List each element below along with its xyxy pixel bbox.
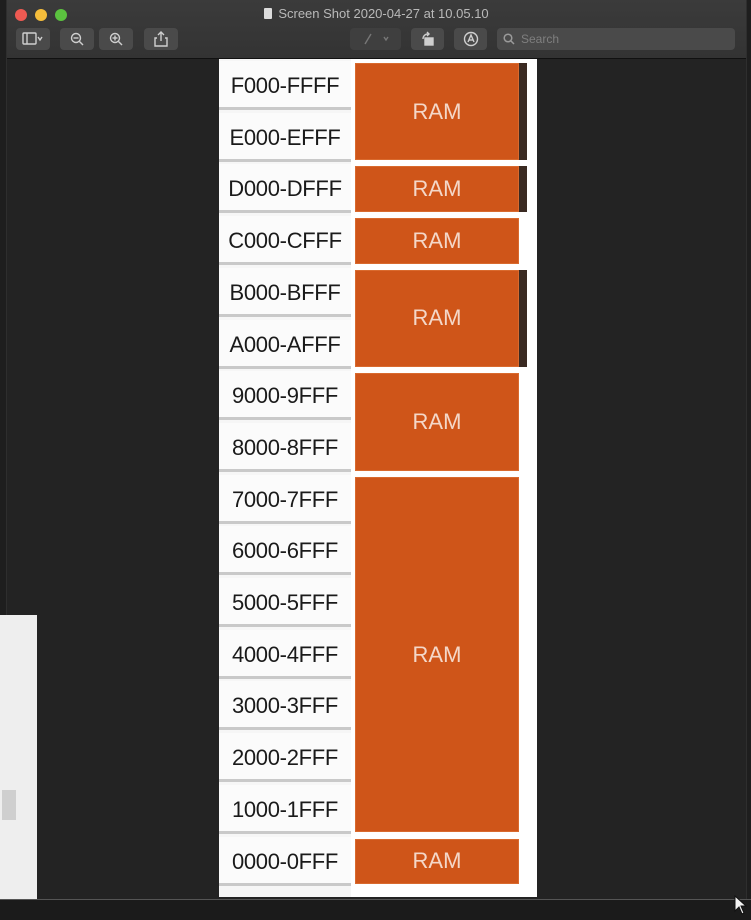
address-range-label: 3000-3FFF [219,681,351,731]
ram-block: RAM [355,838,519,885]
address-range-label: 9000-9FFF [219,371,351,421]
sidebar-icon [22,32,43,45]
ram-block: RAM [355,476,519,833]
scrollbar-track[interactable] [0,899,751,920]
ram-block: RAM [355,63,519,161]
ram-column: RAM RAM RAM RAM RAM RAM RAM [351,59,537,897]
preview-window: Screen Shot 2020-04-27 at 10.05.10 Searc… [6,0,747,919]
address-range-label: 7000-7FFF [219,474,351,524]
address-range-label: E000-EFFF [219,112,351,162]
search-icon [503,33,515,45]
pen-icon [363,33,389,45]
zoom-out-icon [70,32,84,46]
title-bar: Screen Shot 2020-04-27 at 10.05.10 Searc… [7,0,746,59]
search-field[interactable]: Search [497,28,735,50]
rotate-button[interactable] [411,28,444,50]
share-icon [154,31,168,47]
markup-button[interactable] [350,28,401,50]
address-range-label: C000-CFFF [219,216,351,266]
zoom-in-button[interactable] [99,28,133,50]
address-range-label: B000-BFFF [219,267,351,317]
annotate-icon [463,31,478,47]
address-column: F000-FFFF E000-EFFF D000-DFFF C000-CFFF B000… [219,59,351,897]
document-icon [264,8,273,19]
zoom-out-button[interactable] [60,28,94,50]
share-button[interactable] [144,28,178,50]
ram-block: RAM [355,218,519,264]
ram-block: RAM [355,373,519,471]
ram-block: RAM [355,166,519,213]
memory-map: F000-FFFF E000-EFFF D000-DFFF C000-CFFF B000… [219,59,537,897]
document-viewport[interactable]: F000-FFFF E000-EFFF D000-DFFF C000-CFFF B000… [7,59,746,899]
address-range-label: D000-DFFF [219,164,351,214]
ram-block-edge [519,218,527,264]
sidebar-toggle-button[interactable] [16,28,50,50]
address-range-label: 5000-5FFF [219,578,351,627]
zoom-in-icon [109,32,123,46]
ram-block-edge [519,166,527,213]
window-title: Screen Shot 2020-04-27 at 10.05.10 [7,6,746,21]
address-range-label: 1000-1FFF [219,784,351,834]
address-range-label: 2000-2FFF [219,733,351,783]
address-range-label: F000-FFFF [219,61,351,110]
background-window-edge [0,615,37,905]
address-range-label: 8000-8FFF [219,422,351,472]
address-range-label: 4000-4FFF [219,629,351,679]
window-title-text: Screen Shot 2020-04-27 at 10.05.10 [278,6,489,21]
ram-block: RAM [355,269,519,368]
ram-block-edge [519,269,527,368]
annotate-button[interactable] [454,28,487,50]
address-range-label: 6000-6FFF [219,526,351,576]
background-window-control [2,790,16,820]
rotate-icon [421,31,434,46]
address-range-label: A000-AFFF [219,319,351,369]
mouse-cursor-icon [734,894,748,915]
address-range-label: 0000-0FFF [219,836,351,886]
search-placeholder: Search [521,32,560,46]
ram-block-edge [519,63,527,161]
